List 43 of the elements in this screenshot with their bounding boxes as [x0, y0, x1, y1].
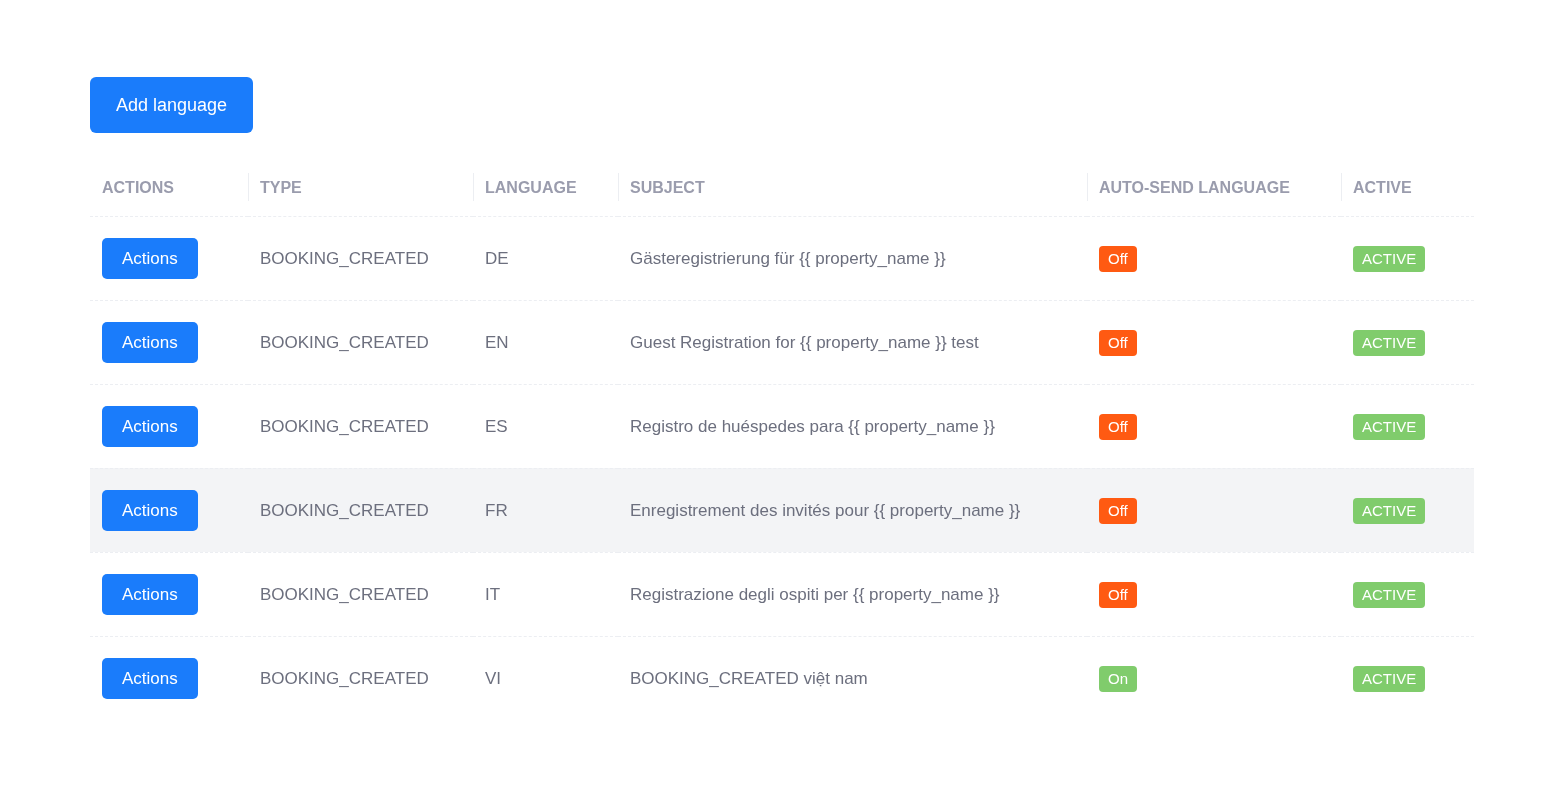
- subject-text: BOOKING_CREATED việt nam: [630, 668, 868, 688]
- type-text: BOOKING_CREATED: [260, 416, 429, 436]
- actions-button[interactable]: Actions: [102, 406, 198, 447]
- subject-text: Gästeregistrierung für {{ property_name }}: [630, 248, 946, 268]
- column-header: AUTO-SEND LANGUAGE: [1099, 178, 1290, 196]
- actions-button[interactable]: Actions: [102, 490, 198, 531]
- status-tag: ACTIVE: [1353, 329, 1426, 356]
- column-header: SUBJECT: [630, 178, 705, 196]
- language-code: EN: [485, 332, 509, 352]
- language-code: ES: [485, 416, 508, 436]
- auto-send-tag: Off: [1099, 413, 1137, 440]
- type-text: BOOKING_CREATED: [260, 332, 429, 352]
- type-text: BOOKING_CREATED: [260, 668, 429, 688]
- status-tag: ACTIVE: [1353, 413, 1426, 440]
- auto-send-tag: Off: [1099, 581, 1137, 608]
- subject-text: Registro de huéspedes para {{ property_name }}: [630, 416, 995, 436]
- actions-button[interactable]: Actions: [102, 574, 198, 615]
- auto-send-tag: Off: [1099, 329, 1137, 356]
- subject-text: Enregistrement des invités pour {{ property_name }}: [630, 500, 1021, 520]
- status-tag: ACTIVE: [1353, 665, 1426, 692]
- language-code: IT: [485, 584, 501, 604]
- column-header: ACTIVE: [1353, 178, 1412, 196]
- actions-button[interactable]: Actions: [102, 238, 198, 279]
- type-text: BOOKING_CREATED: [260, 584, 429, 604]
- type-text: BOOKING_CREATED: [260, 248, 429, 268]
- type-text: BOOKING_CREATED: [260, 500, 429, 520]
- status-tag: ACTIVE: [1353, 581, 1426, 608]
- auto-send-tag: Off: [1099, 245, 1137, 272]
- subject-text: Registrazione degli ospiti per {{ property_name }}: [630, 584, 1000, 604]
- actions-button[interactable]: Actions: [102, 322, 198, 363]
- language-code: FR: [485, 500, 508, 520]
- status-tag: ACTIVE: [1353, 497, 1426, 524]
- language-code: DE: [485, 248, 509, 268]
- actions-button[interactable]: Actions: [102, 658, 198, 699]
- column-header: ACTIONS: [102, 178, 174, 196]
- subject-text: Guest Registration for {{ property_name }} test: [630, 332, 979, 352]
- status-tag: ACTIVE: [1353, 245, 1426, 272]
- add-language-button[interactable]: Add language: [90, 77, 254, 133]
- auto-send-tag: Off: [1099, 497, 1137, 524]
- language-code: VI: [485, 668, 502, 688]
- column-header: TYPE: [260, 178, 302, 196]
- auto-send-tag: On: [1099, 665, 1137, 692]
- column-header: LANGUAGE: [485, 178, 577, 196]
